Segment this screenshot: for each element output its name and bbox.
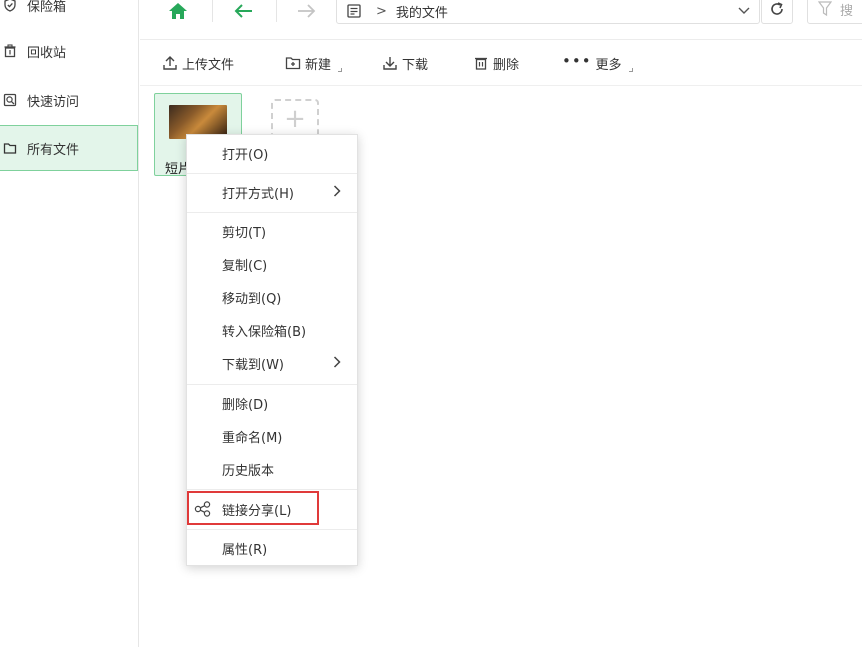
download-button[interactable]: 下载 [382,52,428,74]
refresh-button[interactable] [761,0,793,24]
menu-item-link-share[interactable]: 链接分享(L) [187,494,357,524]
menu-item-open[interactable]: 打开(O) [187,138,357,168]
new-button[interactable]: 新建 [285,52,343,74]
upload-button[interactable]: 上传文件 [162,52,234,74]
sidebar-item-vault[interactable]: 保险箱 [0,0,138,28]
more-button[interactable]: ••• 更多 [562,52,633,74]
search-box[interactable]: 搜 [807,0,862,24]
context-menu: 打开(O) 打开方式(H) 剪切(T) 复制(C) 移动到(Q) 转入保险箱(B… [186,134,358,566]
chevron-right-icon [333,185,341,197]
menu-item-cut[interactable]: 剪切(T) [187,216,357,246]
menu-item-label: 移动到(Q) [222,291,282,307]
menu-item-label: 剪切(T) [222,225,267,241]
menu-item-move-to[interactable]: 移动到(Q) [187,282,357,312]
folder-icon [2,140,18,156]
arrow-left-icon [234,4,252,18]
chevron-right-icon [333,356,341,368]
new-label: 新建 [305,57,332,73]
document-icon [343,0,365,22]
menu-item-label: 链接分享(L) [222,503,292,519]
shield-icon [2,0,18,13]
menu-item-label: 删除(D) [222,397,269,413]
menu-item-label: 复制(C) [222,258,268,274]
search-placeholder: 搜 [840,3,854,19]
menu-divider [187,384,357,385]
menu-item-label: 重命名(M) [222,430,283,446]
menu-divider [187,489,357,490]
add-file-button[interactable]: + [271,99,319,139]
sidebar-item-recycle[interactable]: 回收站 [0,28,138,74]
forward-button[interactable] [290,0,322,22]
menu-item-copy[interactable]: 复制(C) [187,249,357,279]
new-folder-icon [285,57,301,70]
sidebar-item-quick-access[interactable]: 快速访问 [0,77,138,123]
delete-button[interactable]: 删除 [473,52,519,74]
menu-item-history[interactable]: 历史版本 [187,454,357,484]
download-icon [383,57,397,70]
upload-icon [163,56,177,70]
menu-item-delete[interactable]: 删除(D) [187,388,357,418]
sidebar-item-label: 所有文件 [27,142,80,158]
refresh-icon [771,2,783,15]
sidebar-item-label: 回收站 [27,45,67,61]
menu-item-download-to[interactable]: 下载到(W) [187,348,357,378]
breadcrumb-current[interactable]: 我的文件 [396,2,448,21]
menu-item-label: 打开(O) [222,147,269,163]
filter-icon [818,1,832,17]
plus-icon: + [284,104,306,134]
dropdown-corner-icon [628,68,633,72]
menu-divider [187,212,357,213]
sidebar-item-label: 保险箱 [27,0,67,15]
top-bar: > 我的文件 搜 [140,0,862,40]
delete-label: 删除 [493,57,520,73]
menu-item-label: 下载到(W) [222,357,284,373]
sidebar-item-all-files[interactable]: 所有文件 [0,125,138,171]
back-button[interactable] [228,0,260,22]
quick-access-icon [2,92,18,108]
menu-item-label: 打开方式(H) [222,186,294,202]
menu-item-label: 历史版本 [222,463,275,479]
arrow-right-icon [298,4,316,18]
divider [276,0,277,22]
trash-icon [2,43,18,59]
divider [212,0,213,22]
home-icon [169,3,187,19]
more-label: 更多 [595,57,622,73]
menu-item-label: 属性(R) [222,542,268,558]
breadcrumb-separator: > [376,3,387,19]
menu-item-rename[interactable]: 重命名(M) [187,421,357,451]
menu-item-move-to-vault[interactable]: 转入保险箱(B) [187,315,357,345]
dropdown-corner-icon [338,68,343,72]
menu-divider [187,173,357,174]
menu-item-label: 转入保险箱(B) [222,324,307,340]
address-dropdown[interactable] [736,0,752,22]
toolbar: 上传文件 新建 下载 删除 ••• 更多 [140,40,862,86]
sidebar-item-label: 快速访问 [27,94,80,110]
share-icon [194,501,211,517]
chevron-down-icon [738,7,750,14]
sidebar: 保险箱 回收站 快速访问 所有文件 [0,0,139,647]
home-button[interactable] [162,0,194,22]
menu-divider [187,529,357,530]
menu-item-open-with[interactable]: 打开方式(H) [187,177,357,207]
more-dots-icon: ••• [562,51,592,70]
upload-label: 上传文件 [182,57,235,73]
download-label: 下载 [402,57,429,73]
trash-icon [475,57,487,70]
menu-item-properties[interactable]: 属性(R) [187,533,357,563]
